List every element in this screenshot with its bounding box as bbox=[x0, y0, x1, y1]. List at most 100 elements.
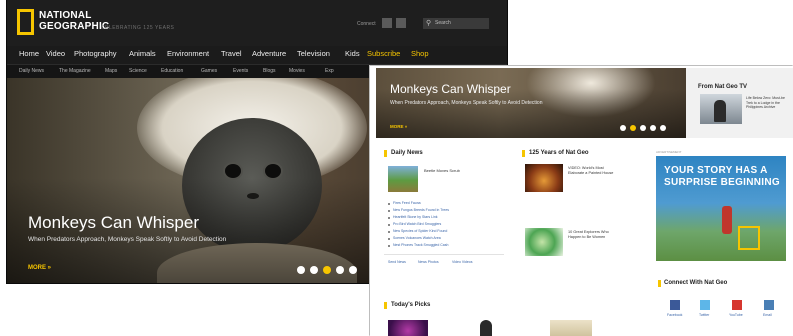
twitter-label[interactable]: Twitter bbox=[699, 313, 709, 317]
front-hero-title[interactable]: Monkeys Can Whisper bbox=[390, 82, 511, 96]
news-link[interactable]: Pro Bird Watch Bird Smugglers bbox=[393, 222, 441, 226]
search-icon: ⚲ bbox=[426, 20, 432, 27]
advertisement-banner[interactable]: YOUR STORY HAS A SURPRISE BEGINNING bbox=[656, 156, 786, 261]
subnav-item[interactable]: Daily News bbox=[19, 68, 44, 74]
section-marker bbox=[384, 302, 387, 309]
news-link[interactable]: New Fungus Breeds Found in Trees bbox=[393, 208, 449, 212]
bullet bbox=[388, 238, 390, 240]
front-homepage-screenshot: Monkeys Can Whisper When Predators Appro… bbox=[370, 66, 793, 336]
footer-link[interactable]: News Photos bbox=[418, 260, 439, 264]
hero-more-link[interactable]: MORE » bbox=[28, 265, 51, 271]
facebook-icon[interactable] bbox=[382, 18, 392, 28]
news-link[interactable]: Nest Phones Track Smuggled Cash bbox=[393, 243, 448, 247]
news-link[interactable]: Heartfelt Stone by Stars Link bbox=[393, 215, 438, 219]
email-label[interactable]: Email bbox=[763, 313, 772, 317]
subnav-item[interactable]: Exp bbox=[325, 68, 334, 74]
twitter-icon[interactable] bbox=[396, 18, 406, 28]
news-link[interactable]: Fires Feed Fauna bbox=[393, 201, 421, 205]
main-nav: Home Video Photography Animals Environme… bbox=[7, 46, 507, 64]
hero-title[interactable]: Monkeys Can Whisper bbox=[28, 213, 199, 233]
header-bar: NATIONAL GEOGRAPHIC CELEBRATING 125 YEAR… bbox=[7, 0, 507, 46]
tv-thumbnail[interactable] bbox=[700, 94, 742, 124]
front-hero-subtitle: When Predators Approach, Monkeys Speak S… bbox=[390, 100, 543, 106]
twitter-icon[interactable] bbox=[700, 300, 710, 310]
subnav-item[interactable]: The Magazine bbox=[59, 68, 91, 74]
section-marker bbox=[522, 150, 525, 157]
years-thumbnail-2[interactable] bbox=[525, 228, 563, 256]
footer-link[interactable]: Video Videos bbox=[452, 260, 473, 264]
bullet bbox=[388, 203, 390, 205]
section-marker bbox=[658, 280, 661, 287]
logo-line-1: NATIONAL bbox=[39, 10, 92, 21]
pick-thumbnail-2[interactable] bbox=[468, 320, 504, 336]
nav-item-adventure[interactable]: Adventure bbox=[252, 49, 286, 58]
yellow-frame-icon bbox=[17, 9, 34, 35]
carousel-dot[interactable] bbox=[336, 266, 344, 274]
bullet bbox=[388, 217, 390, 219]
youtube-icon[interactable] bbox=[732, 300, 742, 310]
nav-item-animals[interactable]: Animals bbox=[129, 49, 156, 58]
youtube-label[interactable]: YouTube bbox=[729, 313, 743, 317]
front-hero-more-link[interactable]: MORE » bbox=[390, 124, 407, 129]
years-item-2[interactable]: 10 Great Explorers Who Happen to Be Wome… bbox=[568, 230, 618, 240]
years-thumbnail-1[interactable] bbox=[525, 164, 563, 192]
nav-item-kids[interactable]: Kids bbox=[345, 49, 360, 58]
subnav-item[interactable]: Events bbox=[233, 68, 248, 74]
carousel-dot[interactable] bbox=[660, 125, 666, 131]
divider bbox=[384, 254, 504, 255]
facebook-icon[interactable] bbox=[670, 300, 680, 310]
nav-item-shop[interactable]: Shop bbox=[411, 49, 429, 58]
person-figure bbox=[714, 100, 726, 122]
subnav-item[interactable]: Education bbox=[161, 68, 183, 74]
carousel-dot-active[interactable] bbox=[630, 125, 636, 131]
section-marker bbox=[384, 150, 387, 157]
daily-news-thumbnail[interactable] bbox=[388, 166, 418, 192]
hero-subtitle: When Predators Approach, Monkeys Speak S… bbox=[28, 236, 227, 243]
search-placeholder: Search bbox=[435, 20, 451, 26]
person-figure bbox=[480, 320, 492, 336]
subnav-item[interactable]: Blogs bbox=[263, 68, 276, 74]
tv-heading: From Nat Geo TV bbox=[698, 84, 748, 90]
footer-link[interactable]: Send News bbox=[388, 260, 406, 264]
facebook-label[interactable]: Facebook bbox=[667, 313, 682, 317]
pick-thumbnail-1[interactable] bbox=[388, 320, 428, 336]
tv-description[interactable]: Life Below Zero: Must-be Trek to a Lodge… bbox=[746, 96, 788, 110]
monkey-eye bbox=[225, 164, 241, 178]
bullet bbox=[388, 231, 390, 233]
pick-thumbnail-3[interactable] bbox=[550, 320, 592, 336]
nav-item-video[interactable]: Video bbox=[46, 49, 65, 58]
carousel-dot[interactable] bbox=[297, 266, 305, 274]
logo-line-2: GEOGRAPHIC bbox=[39, 21, 110, 32]
ad-headline-1: YOUR STORY HAS A bbox=[664, 165, 768, 176]
natgeo-logo[interactable]: NATIONAL GEOGRAPHIC bbox=[17, 9, 109, 37]
carousel-dot-active[interactable] bbox=[323, 266, 331, 274]
subnav-item[interactable]: Science bbox=[129, 68, 147, 74]
nav-item-photography[interactable]: Photography bbox=[74, 49, 117, 58]
todays-picks-heading: Today's Picks bbox=[391, 302, 431, 308]
carousel-dot[interactable] bbox=[310, 266, 318, 274]
natgeo-frame-icon bbox=[738, 226, 760, 250]
bullet bbox=[388, 224, 390, 226]
ad-label: ADVERTISEMENT bbox=[656, 150, 682, 154]
subnav-item[interactable]: Movies bbox=[289, 68, 305, 74]
nav-item-travel[interactable]: Travel bbox=[221, 49, 242, 58]
years-item-1[interactable]: VIDEO: World's Most Elaborate a Painted … bbox=[568, 166, 618, 176]
subnav-item[interactable]: Maps bbox=[105, 68, 117, 74]
search-box[interactable]: ⚲ Search bbox=[423, 18, 489, 29]
news-link[interactable]: New Species of Spider Kind Found bbox=[393, 229, 447, 233]
email-icon[interactable] bbox=[764, 300, 774, 310]
carousel-dot[interactable] bbox=[640, 125, 646, 131]
nav-item-subscribe[interactable]: Subscribe bbox=[367, 49, 400, 58]
news-link[interactable]: Scenes Volcanoes Watch Area bbox=[393, 236, 441, 240]
nav-item-environment[interactable]: Environment bbox=[167, 49, 209, 58]
nav-item-television[interactable]: Television bbox=[297, 49, 330, 58]
carousel-dot[interactable] bbox=[650, 125, 656, 131]
bullet bbox=[388, 245, 390, 247]
carousel-dot[interactable] bbox=[349, 266, 357, 274]
nav-item-home[interactable]: Home bbox=[19, 49, 39, 58]
carousel-dot[interactable] bbox=[620, 125, 626, 131]
subnav-item[interactable]: Games bbox=[201, 68, 217, 74]
front-hero-image[interactable]: Monkeys Can Whisper When Predators Appro… bbox=[376, 68, 686, 138]
daily-news-featured[interactable]: Beetle Moves Scrub bbox=[424, 168, 460, 173]
years-heading: 125 Years of Nat Geo bbox=[529, 150, 589, 156]
